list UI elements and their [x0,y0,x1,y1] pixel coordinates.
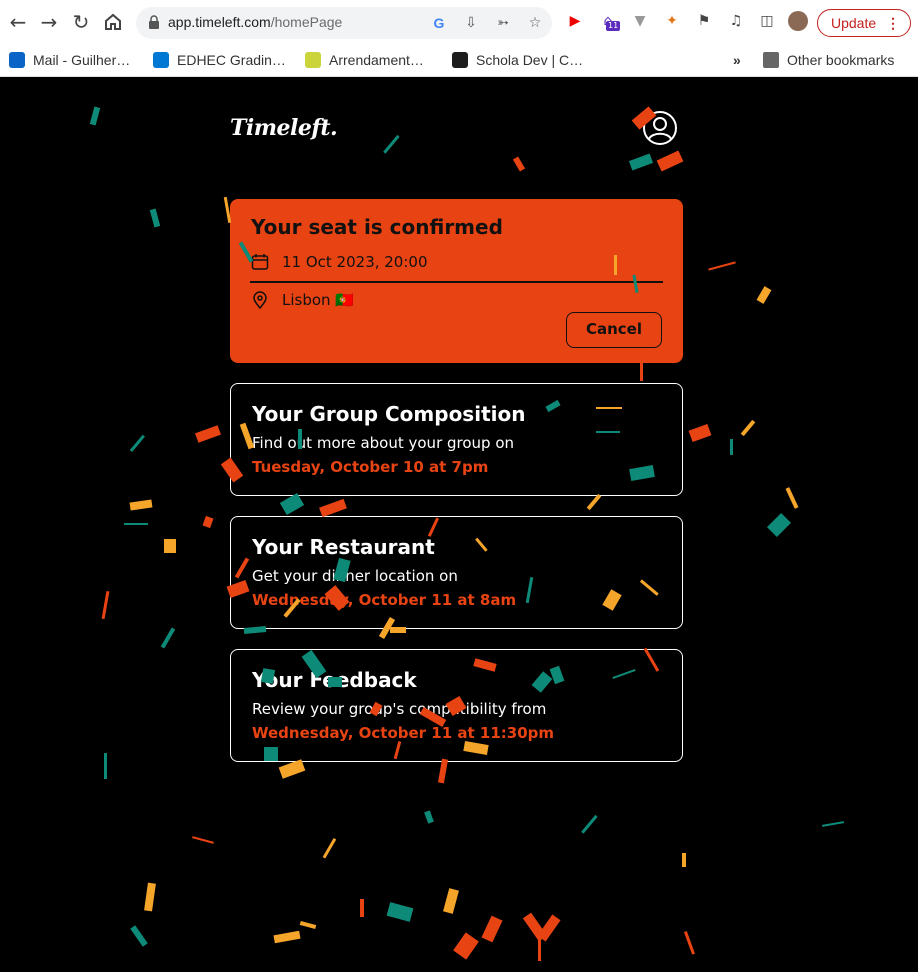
profile-icon[interactable] [642,110,678,146]
card-text: Review your group's compatibility from [252,700,547,718]
user-avatar-icon[interactable] [788,11,808,31]
forward-button[interactable]: → [37,10,61,34]
location-pin-icon [253,291,267,309]
timeleft-logo[interactable]: Timeleft. [230,115,338,141]
seat-confirmed-card: Your seat is confirmed 11 Oct 2023, 20:0… [230,199,683,363]
card-date: Wednesday, October 11 at 11:30pm [252,724,555,742]
puzzle-extensions-icon[interactable]: ⚑ [694,11,714,31]
folder-icon [763,52,779,68]
back-button[interactable]: ← [6,10,30,34]
update-button[interactable]: Update ⋮ [817,9,911,37]
calendar-icon [251,254,269,270]
reload-button[interactable]: ↻ [69,10,93,34]
home-button[interactable] [101,10,125,34]
extension-badge: 11 [606,21,621,31]
bookmark-schola[interactable]: Schola Dev | C… [452,50,583,70]
outlook-icon [9,52,25,68]
school-ext-icon[interactable]: ⌂11 [598,11,621,31]
media-queue-icon[interactable]: ♫ [726,11,746,31]
url-text: app.timeleft.com/homePage [168,14,343,30]
browser-toolbar: ← → ↻ app.timeleft.com/homePage G ⇩ ➳ ☆ … [0,0,918,44]
vue-ext-icon[interactable]: ▼ [630,11,650,31]
seat-divider [250,281,663,283]
seat-location: Lisbon 🇵🇹 [282,291,354,309]
seat-datetime: 11 Oct 2023, 20:00 [282,253,428,271]
bookmark-arrendamento[interactable]: Arrendament… [305,50,424,70]
cancel-button[interactable]: Cancel [566,312,662,348]
install-app-icon[interactable]: ⇩ [462,14,480,32]
azure-devops-icon [153,52,169,68]
other-bookmarks-folder[interactable]: Other bookmarks [763,50,894,70]
seat-location-row: Lisbon 🇵🇹 [251,291,354,309]
card-title: Your Group Composition [252,402,526,426]
address-bar[interactable]: app.timeleft.com/homePage G ⇩ ➳ ☆ [136,7,552,39]
more-menu-icon: ⋮ [886,15,900,31]
card-date: Tuesday, October 10 at 7pm [252,458,489,476]
group-composition-card[interactable]: Your Group Composition Find out more abo… [230,383,683,496]
card-text: Find out more about your group on [252,434,515,452]
bookmarks-bar: Mail - Guilher… EDHEC Gradin… Arrendamen… [0,44,918,76]
bookmark-edhec[interactable]: EDHEC Gradin… [153,50,286,70]
side-panel-icon[interactable]: ◫ [757,11,777,31]
react-icon [452,52,468,68]
card-date: Wednesday, October 11 at 8am [252,591,517,609]
youtube-ext-icon[interactable]: ▶ [565,11,585,31]
lock-icon [149,15,159,29]
feedback-card[interactable]: Your Feedback Review your group's compat… [230,649,683,762]
browser-chrome: ← → ↻ app.timeleft.com/homePage G ⇩ ➳ ☆ … [0,0,918,77]
bookmark-mail[interactable]: Mail - Guilher… [9,50,130,70]
seat-title: Your seat is confirmed [251,215,503,239]
card-title: Your Restaurant [252,535,435,559]
idealista-icon [305,52,321,68]
bookmark-star-icon[interactable]: ☆ [526,14,544,32]
google-icon[interactable]: G [430,14,448,32]
restaurant-card[interactable]: Your Restaurant Get your dinner location… [230,516,683,629]
page-content: Timeleft. Your seat is confirmed 11 Oct … [0,77,918,972]
seat-datetime-row: 11 Oct 2023, 20:00 [251,253,428,271]
metamask-ext-icon[interactable]: ✦ [662,11,682,31]
home-icon [105,13,121,30]
card-title: Your Feedback [252,668,417,692]
more-bookmarks-button[interactable]: » [733,50,741,70]
card-text: Get your dinner location on [252,567,458,585]
share-icon[interactable]: ➳ [494,14,512,32]
